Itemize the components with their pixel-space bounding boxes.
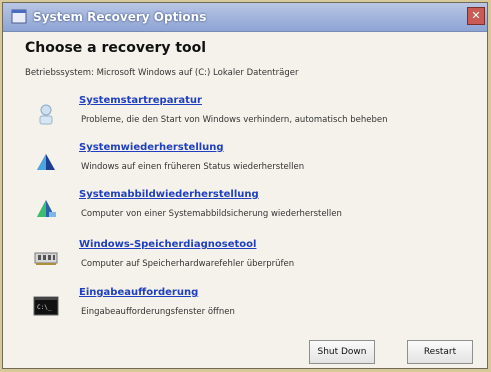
page-title: Choose a recovery tool [25,40,207,56]
startup-repair-description: Probleme, die den Start von Windows verh… [81,115,388,125]
svg-text:C:\_: C:\_ [37,304,52,311]
tool-system-restore: Systemwiederherstellung Windows auf eine… [3,140,473,184]
startup-repair-link[interactable]: Systemstartreparatur [79,95,202,106]
system-restore-description: Windows auf einen früheren Status wieder… [81,162,305,172]
tool-command-prompt: C:\_ Eingabeaufforderung Eingabeaufforde… [3,285,473,329]
system-image-recovery-description: Computer von einer Systemabbildsicherung… [81,209,342,219]
system-image-recovery-link[interactable]: Systemabbildwiederherstellung [79,189,259,200]
shut-down-button[interactable]: Shut Down [309,340,375,364]
close-button[interactable]: ✕ [467,7,485,25]
memory-diagnostic-icon [34,252,58,265]
command-prompt-description: Eingabeaufforderungsfenster öffnen [81,307,235,317]
command-prompt-icon: C:\_ [33,296,59,316]
operating-system-info: Betriebssystem: Microsoft Windows auf (C… [25,68,299,78]
system-restore-link[interactable]: Systemwiederherstellung [79,142,224,153]
command-prompt-link[interactable]: Eingabeaufforderung [79,287,198,298]
title-bar[interactable]: System Recovery Options ✕ [3,3,487,32]
window-icon [11,9,27,24]
tool-memory-diagnostic: Windows-Speicherdiagnosetool Computer au… [3,237,473,281]
restart-button[interactable]: Restart [407,340,473,364]
system-restore-icon [37,154,55,170]
system-image-icon [37,200,56,217]
memory-diagnostic-description: Computer auf Speicherhardwarefehler über… [81,259,295,269]
startup-repair-icon [39,104,53,125]
tool-system-image-recovery: Systemabbildwiederherstellung Computer v… [3,187,473,231]
tool-startup-repair: Systemstartreparatur Probleme, die den S… [3,93,473,137]
close-icon: ✕ [471,9,481,22]
recovery-options-window: System Recovery Options ✕ Choose a recov… [2,2,488,369]
window-title: System Recovery Options [33,10,207,24]
memory-diagnostic-link[interactable]: Windows-Speicherdiagnosetool [79,239,256,250]
